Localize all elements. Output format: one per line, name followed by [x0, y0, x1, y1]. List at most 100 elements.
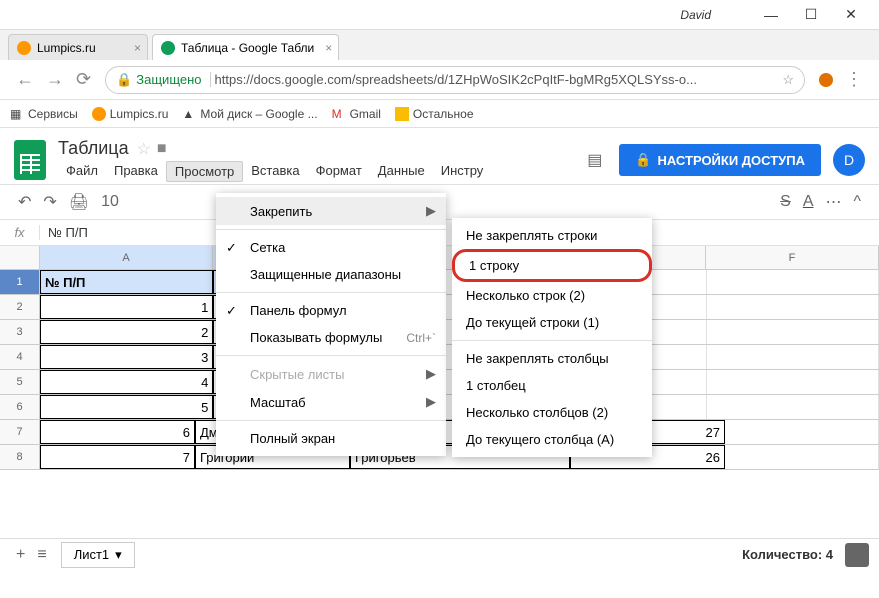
menu-insert[interactable]: Вставка: [243, 161, 307, 182]
select-all-corner[interactable]: [0, 246, 40, 269]
cell[interactable]: 1: [40, 295, 213, 319]
collapse-button[interactable]: ^: [853, 193, 861, 211]
minimize-button[interactable]: —: [751, 3, 791, 27]
menu-formula-bar[interactable]: ✓ Панель формул: [216, 297, 446, 324]
fx-input[interactable]: № П/П: [40, 225, 96, 240]
cell[interactable]: [707, 270, 879, 294]
close-button[interactable]: ✕: [831, 3, 871, 27]
strikethrough-button[interactable]: S: [780, 193, 791, 211]
status-count: Количество: 4: [742, 547, 833, 562]
menu-tools[interactable]: Инстру: [433, 161, 492, 182]
more-button[interactable]: ⋯: [825, 192, 841, 212]
cell[interactable]: 2: [40, 320, 213, 344]
comments-icon[interactable]: ▤: [587, 150, 607, 170]
bookmark-other[interactable]: Остальное: [395, 107, 474, 121]
chevron-down-icon[interactable]: ▾: [115, 547, 122, 563]
sheet-tab[interactable]: Лист1 ▾: [61, 542, 135, 568]
gmail-icon: M: [332, 107, 346, 121]
doc-title[interactable]: Таблица: [58, 138, 129, 159]
docs-header: Таблица ☆ ■ Файл Правка Просмотр Вставка…: [0, 128, 879, 184]
cell[interactable]: 5: [40, 395, 213, 419]
cell[interactable]: 3: [40, 345, 213, 369]
print-button[interactable]: 🖨: [69, 192, 89, 212]
menu-fullscreen[interactable]: Полный экран: [216, 425, 446, 452]
reload-button[interactable]: ⟳: [76, 69, 91, 90]
freeze-many-rows[interactable]: Несколько строк (2): [452, 282, 652, 309]
menu-freeze[interactable]: Закрепить ▶: [216, 197, 446, 225]
undo-button[interactable]: ↶: [18, 192, 31, 212]
freeze-no-rows[interactable]: Не закреплять строки: [452, 222, 652, 249]
column-header[interactable]: A: [40, 246, 213, 269]
menu-protected-ranges[interactable]: Защищенные диапазоны: [216, 261, 446, 288]
maximize-button[interactable]: ☐: [791, 3, 831, 27]
cell[interactable]: [707, 395, 879, 419]
menu-view[interactable]: Просмотр: [166, 161, 243, 182]
bookmark-drive[interactable]: ▲ Мой диск – Google ...: [182, 107, 317, 121]
freeze-many-cols[interactable]: Несколько столбцов (2): [452, 399, 652, 426]
row-header[interactable]: 2: [0, 295, 40, 319]
all-sheets-button[interactable]: ≡: [37, 546, 46, 564]
row-header[interactable]: 6: [0, 395, 40, 419]
text-color-button[interactable]: A: [803, 193, 814, 211]
address-bar[interactable]: 🔒 Защищено https://docs.google.com/sprea…: [105, 66, 805, 94]
bookmark-gmail[interactable]: M Gmail: [332, 107, 381, 121]
cell[interactable]: [725, 445, 879, 469]
freeze-no-cols[interactable]: Не закреплять столбцы: [452, 345, 652, 372]
share-button[interactable]: 🔒 НАСТРОЙКИ ДОСТУПА: [619, 144, 821, 176]
cell[interactable]: [725, 420, 879, 444]
back-button[interactable]: ←: [16, 69, 34, 90]
folder-icon[interactable]: ■: [157, 140, 167, 158]
favicon-icon: [92, 107, 106, 121]
cell[interactable]: [707, 345, 879, 369]
browser-menu-button[interactable]: ⋮: [845, 69, 863, 90]
row-header[interactable]: 4: [0, 345, 40, 369]
forward-button[interactable]: →: [46, 69, 64, 90]
menu-show-formulas[interactable]: Показывать формулы Ctrl+`: [216, 324, 446, 351]
add-sheet-button[interactable]: +: [16, 546, 25, 564]
menu-grid[interactable]: ✓ Сетка: [216, 234, 446, 261]
window-titlebar: David — ☐ ✕: [0, 0, 879, 30]
menu-bar: Файл Правка Просмотр Вставка Формат Данн…: [58, 161, 491, 182]
bookmark-services[interactable]: ▦ Сервисы: [10, 107, 78, 121]
row-header[interactable]: 8: [0, 445, 40, 469]
row-header[interactable]: 3: [0, 320, 40, 344]
menu-data[interactable]: Данные: [370, 161, 433, 182]
sheet-tab-bar: + ≡ Лист1 ▾ Количество: 4: [0, 538, 879, 570]
row-header[interactable]: 1: [0, 270, 40, 294]
cell[interactable]: [707, 370, 879, 394]
freeze-up-to-row[interactable]: До текущей строки (1): [452, 309, 652, 336]
cell[interactable]: № П/П: [40, 270, 213, 294]
drive-icon: ▲: [182, 107, 196, 121]
separator: [216, 420, 446, 421]
bookmark-star-icon[interactable]: ☆: [782, 72, 794, 88]
row-header[interactable]: 5: [0, 370, 40, 394]
bookmark-lumpics[interactable]: Lumpics.ru: [92, 107, 169, 121]
menu-format[interactable]: Формат: [308, 161, 370, 182]
cell[interactable]: 4: [40, 370, 213, 394]
freeze-one-row[interactable]: 1 строку: [452, 249, 652, 282]
menu-zoom[interactable]: Масштаб ▶: [216, 388, 446, 416]
redo-button[interactable]: ↷: [43, 192, 56, 212]
freeze-one-col[interactable]: 1 столбец: [452, 372, 652, 399]
avatar[interactable]: D: [833, 144, 865, 176]
cell[interactable]: [707, 320, 879, 344]
browser-tab[interactable]: Lumpics.ru ×: [8, 34, 148, 60]
lock-icon: 🔒: [635, 152, 651, 168]
cell[interactable]: 6: [40, 420, 195, 444]
menu-file[interactable]: Файл: [58, 161, 106, 182]
star-icon[interactable]: ☆: [137, 139, 151, 159]
freeze-up-to-col[interactable]: До текущего столбца (A): [452, 426, 652, 453]
close-icon[interactable]: ×: [134, 41, 141, 55]
extension-icon[interactable]: [819, 73, 833, 87]
row-header[interactable]: 7: [0, 420, 40, 444]
explore-button[interactable]: [845, 543, 869, 567]
sheets-logo-icon[interactable]: [14, 140, 46, 180]
column-header[interactable]: F: [706, 246, 879, 269]
menu-hidden-sheets: Скрытые листы ▶: [216, 360, 446, 388]
close-icon[interactable]: ×: [325, 41, 332, 55]
cell[interactable]: 7: [40, 445, 195, 469]
zoom-value[interactable]: 10: [101, 193, 119, 211]
browser-tab[interactable]: Таблица - Google Табли ×: [152, 34, 339, 60]
menu-edit[interactable]: Правка: [106, 161, 166, 182]
cell[interactable]: [707, 295, 879, 319]
